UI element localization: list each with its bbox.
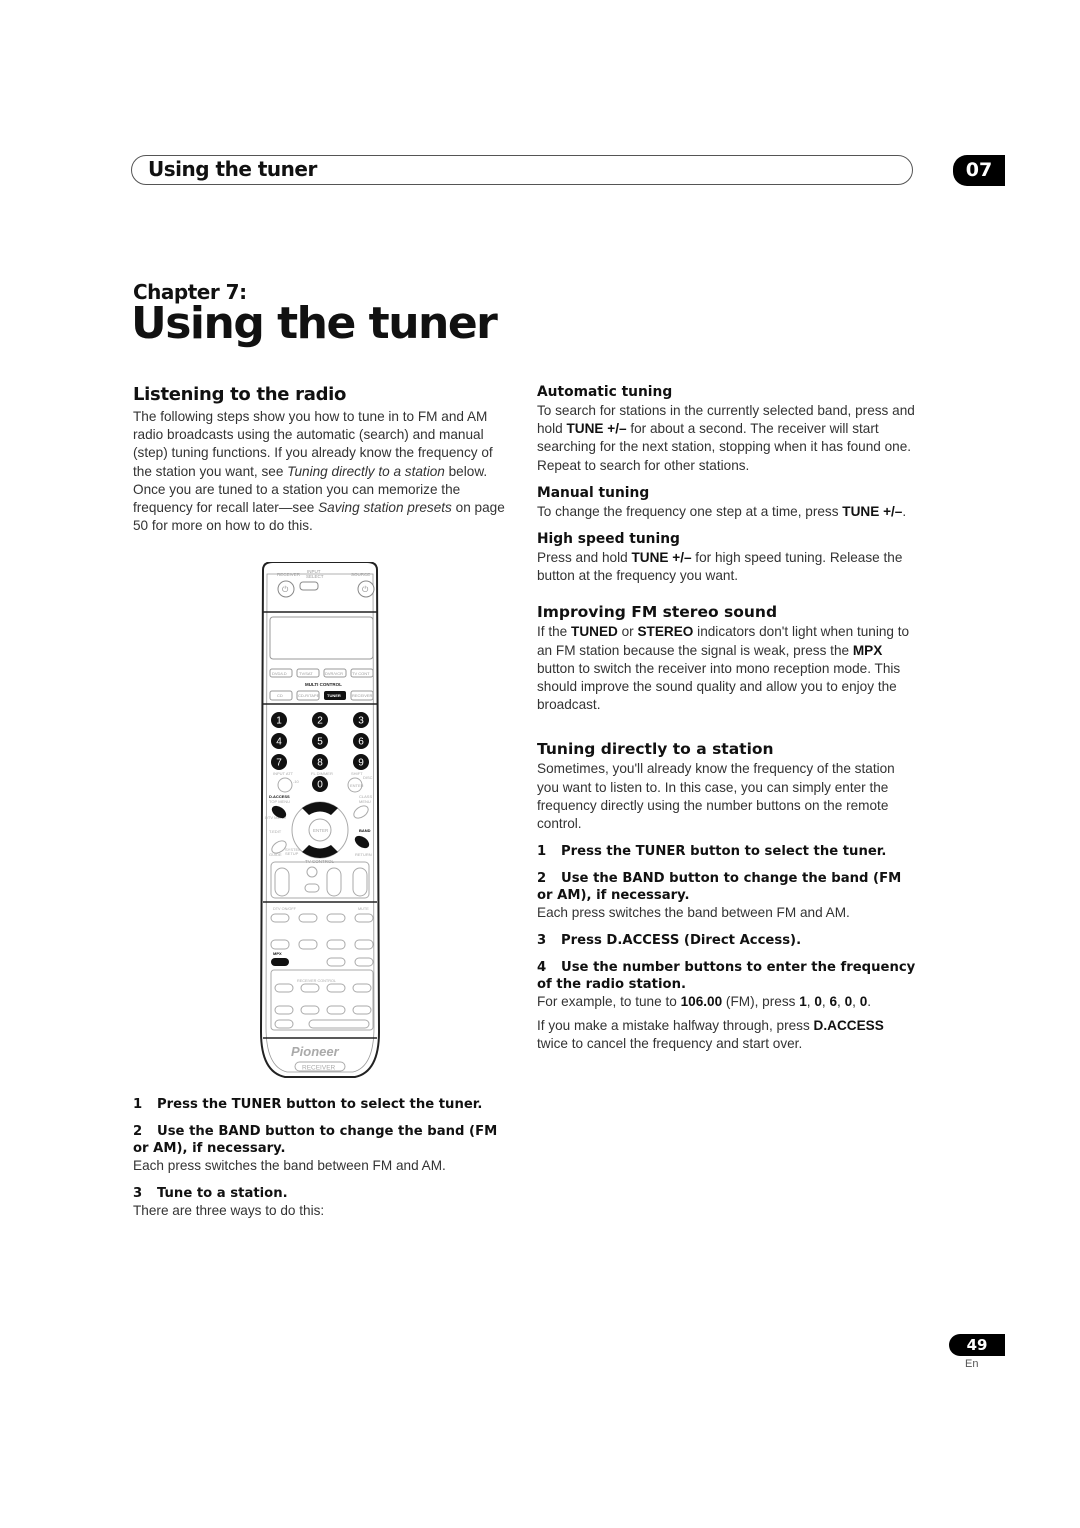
right-column: Automatic tuning To search for stations … (537, 384, 917, 1053)
svg-text:DVD/LD: DVD/LD (272, 671, 287, 676)
listening-intro: The following steps show you how to tune… (133, 409, 505, 534)
svg-text:ENTER: ENTER (350, 783, 364, 788)
svg-text:MULTI CONTROL: MULTI CONTROL (305, 682, 342, 687)
direct-mistake-note: If you make a mistake halfway through, p… (537, 1017, 884, 1051)
svg-text:SHIFT: SHIFT (351, 771, 363, 776)
chapter-number-badge: 07 (953, 155, 1005, 186)
chapter-title: Using the tuner (131, 298, 498, 349)
pioneer-logo: Pioneer (291, 1044, 340, 1059)
svg-text:TV CONT: TV CONT (352, 671, 370, 676)
svg-text:CD: CD (277, 693, 283, 698)
remote-control-illustration: RECEIVER INPUT SELECT SOURCE ⏻ ⏻ DVD/LD … (259, 562, 381, 1078)
svg-text:RETURN: RETURN (355, 852, 372, 857)
remote-label-receiver: RECEIVER (277, 572, 301, 577)
svg-text:MPX: MPX (273, 951, 282, 956)
method-title-high-speed: High speed tuning (537, 531, 680, 548)
svg-text:DTV ON/OFF: DTV ON/OFF (273, 907, 297, 911)
svg-text:TV CONTROL: TV CONTROL (305, 859, 334, 864)
svg-text:FL DIMMER: FL DIMMER (311, 771, 333, 776)
svg-text:ENTER: ENTER (313, 828, 329, 833)
lcd-display (269, 616, 374, 660)
digit-label: 0 (317, 780, 323, 791)
svg-text:T.EDIT: T.EDIT (269, 829, 282, 834)
svg-text:⏻: ⏻ (362, 585, 369, 594)
method-title-manual: Manual tuning (537, 484, 650, 501)
input-select-button[interactable] (299, 581, 319, 591)
svg-text:CD-R/TAPE: CD-R/TAPE (298, 693, 320, 698)
digit-label: 8 (317, 758, 323, 769)
svg-text:DVR/VCR: DVR/VCR (325, 671, 343, 676)
direct-step-4: 4 Use the number buttons to enter the fre… (537, 960, 916, 993)
section-title-listening: Listening to the radio (133, 384, 347, 405)
direct-step-2: 2 Use the BAND button to change the band … (537, 871, 902, 904)
section-title-improving: Improving FM stereo sound (537, 603, 778, 622)
method-desc-automatic: To search for stations in the currently … (537, 403, 915, 473)
direct-step-2-desc: Each press switches the band between FM … (537, 905, 850, 921)
svg-text:⏻: ⏻ (282, 585, 289, 594)
digit-label: 1 (276, 716, 282, 727)
method-title-automatic: Automatic tuning (537, 384, 673, 400)
method-desc-manual: To change the frequency one step at a ti… (537, 503, 907, 519)
link-saving-presets[interactable]: Saving station presets (318, 500, 452, 515)
svg-text:RECEIVER: RECEIVER (302, 1065, 336, 1072)
page-number-badge: 49 (949, 1334, 1005, 1356)
svg-text:RECEIVER CONTROL: RECEIVER CONTROL (297, 979, 336, 983)
svg-text:TOP MENU: TOP MENU (269, 799, 290, 804)
svg-text:SETUP: SETUP (285, 851, 299, 856)
section-title-direct: Tuning directly to a station (537, 740, 774, 759)
direct-intro: Sometimes, you'll already know the frequ… (537, 761, 895, 832)
method-desc-high-speed: Press and hold TUNE +/– for high speed t… (537, 550, 903, 584)
page-language: En (965, 1358, 979, 1370)
step-3: 3 Tune to a station. (133, 1186, 288, 1202)
svg-text:TUNER: TUNER (327, 693, 341, 698)
step-2: 2 Use the BAND button to change the band … (133, 1124, 498, 1156)
svg-text:RECEIVER: RECEIVER (352, 693, 373, 698)
running-header-title: Using the tuner (148, 157, 317, 181)
digit-label: 4 (276, 737, 282, 748)
digit-label: 7 (276, 758, 282, 769)
step-3-desc: There are three ways to do this: (133, 1203, 325, 1219)
svg-text:INPUT ATT: INPUT ATT (273, 771, 294, 776)
svg-text:SOURCE: SOURCE (351, 572, 370, 577)
direct-step-1: 1 Press the TUNER button to select the tu… (537, 844, 887, 860)
left-column: Listening to the radio The following ste… (133, 384, 511, 535)
step-1: 1 Press the TUNER button to select the tu… (133, 1097, 483, 1112)
digit-label: 2 (317, 716, 323, 727)
svg-text:MENU: MENU (359, 799, 371, 804)
mpx-button[interactable] (271, 958, 289, 966)
svg-text:BAND: BAND (359, 828, 371, 833)
direct-step-3: 3 Press D.ACCESS (Direct Access). (537, 933, 802, 949)
svg-text:SELECT: SELECT (306, 574, 324, 579)
improving-desc: If the TUNED or STEREO indicators don't … (537, 624, 910, 713)
digit-label: 9 (358, 758, 364, 769)
step-2-desc: Each press switches the band between FM … (133, 1158, 446, 1173)
digit-label: 5 (317, 737, 323, 748)
svg-text:MUTE: MUTE (358, 907, 369, 911)
digit-label: 3 (358, 716, 364, 727)
svg-text:DISC: DISC (363, 775, 373, 780)
svg-text:TV/SAT: TV/SAT (299, 671, 313, 676)
link-tuning-directly[interactable]: Tuning directly to a station (287, 464, 445, 479)
digit-label: 6 (358, 737, 364, 748)
svg-text:-10: -10 (293, 779, 300, 784)
listening-steps: 1 Press the TUNER button to select the tu… (133, 1096, 513, 1220)
direct-example: For example, to tune to 106.00 (FM), pre… (537, 994, 872, 1010)
